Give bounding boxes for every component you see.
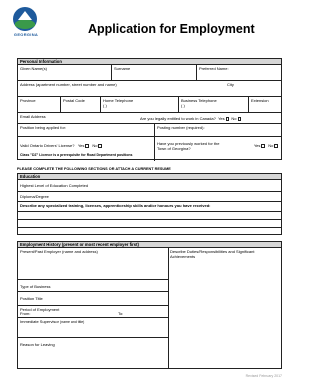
previously-worked-question: Have you previously worked for the Town … [154, 137, 281, 161]
contact-row: Province Postal Code Home Telephone ( ) … [18, 97, 281, 113]
previously-worked-no-label: No [268, 143, 274, 148]
duties-label-line2: Achievements [170, 254, 196, 259]
duties-field[interactable]: Describe Duties/Responsibilities and Sig… [168, 248, 281, 262]
special-training-label: Describe any specialized training, licen… [20, 203, 211, 208]
name-row: Given Name(s) Surname Preferred Name: [18, 65, 281, 81]
reason-for-leaving-row[interactable]: Reason for Leaving [18, 338, 168, 370]
period-label: Period of Employment [20, 307, 60, 312]
employer-label: Present/Past Employer (name and address) [20, 249, 98, 254]
surname-label: Surname [114, 66, 131, 71]
position-title-row[interactable]: Position Title [18, 292, 168, 306]
city-field[interactable]: City [225, 81, 281, 96]
drivers-license-label: Valid Ontario Drivers' License? [20, 143, 75, 148]
previously-worked-no-checkbox[interactable] [274, 144, 278, 148]
supervisor-row[interactable]: Immediate Supervisor (name and title) [18, 318, 168, 338]
position-applied-field[interactable]: Position being applied for: [18, 124, 154, 136]
city-label: City [227, 82, 234, 87]
email-label: Email Address [20, 114, 46, 119]
employment-history-section: Employment History (present or most rece… [17, 241, 282, 369]
highest-level-label: Highest Level of Education Completed [20, 183, 89, 188]
extension-label: Extension [251, 98, 269, 103]
postal-code-label: Postal Code [63, 98, 85, 103]
position-row: Position being applied for: Posting numb… [18, 124, 281, 137]
employer-row[interactable]: Present/Past Employer (name and address) [18, 248, 168, 280]
revision-footer: Revised February 2017 [245, 374, 282, 378]
position-applied-label: Position being applied for: [20, 125, 67, 130]
previously-worked-yes-label: Yes [253, 143, 261, 148]
supervisor-hint: (name and title) [60, 320, 85, 324]
logo-text: GEORGINA [13, 32, 39, 37]
preferred-name-label: Preferred Name: [199, 66, 229, 71]
business-telephone-label: Business Telephone [181, 98, 217, 103]
drivers-license-yes-label: Yes [77, 143, 85, 148]
highest-level-row[interactable]: Highest Level of Education Completed [18, 180, 281, 192]
province-field[interactable]: Province [18, 97, 60, 112]
license-row: Valid Ontario Drivers' License? Yes No C… [18, 137, 281, 161]
postal-code-field[interactable]: Postal Code [60, 97, 100, 112]
preferred-name-field[interactable]: Preferred Name: [196, 65, 281, 80]
legally-entitled-label: Are you legally entitled to work in Cana… [140, 116, 216, 121]
address-row: Address (apartment number, street number… [18, 81, 281, 97]
type-of-business-label: Type of Business [20, 284, 51, 289]
from-label: From: [20, 311, 31, 317]
education-section: Education Highest Level of Education Com… [17, 173, 282, 235]
surname-field[interactable]: Surname [111, 65, 196, 80]
diploma-label: Diploma/Degree [20, 194, 49, 199]
home-telephone-area-code: ( ) [103, 103, 107, 108]
posting-number-label: Posting number (required): [157, 125, 205, 130]
given-names-label: Given Name(s) [20, 66, 47, 71]
address-label: Address (apartment number, street number… [20, 82, 117, 87]
email-row: Email Address Are you legally entitled t… [18, 113, 281, 124]
given-names-field[interactable]: Given Name(s) [18, 65, 111, 80]
drivers-license-no-checkbox[interactable] [98, 144, 103, 148]
personal-information-section: Personal Information Given Name(s) Surna… [17, 58, 282, 161]
legally-entitled-yes-checkbox[interactable] [225, 117, 230, 121]
diploma-row[interactable]: Diploma/Degree [18, 192, 281, 202]
province-label: Province [20, 98, 36, 103]
home-telephone-label: Home Telephone [103, 98, 134, 103]
position-title-label: Position Title [20, 296, 43, 301]
legally-entitled-no-checkbox[interactable] [237, 117, 242, 121]
supervisor-label: Immediate Supervisor [20, 319, 59, 324]
reason-for-leaving-label: Reason for Leaving [20, 342, 55, 347]
drivers-license-question: Valid Ontario Drivers' License? Yes No C… [18, 137, 154, 161]
posting-number-field[interactable]: Posting number (required): [154, 124, 281, 136]
page-title: Application for Employment [88, 22, 255, 36]
legally-entitled-yes-label: Yes [218, 116, 225, 121]
home-telephone-field[interactable]: Home Telephone ( ) [100, 97, 178, 112]
email-field[interactable]: Email Address [18, 113, 138, 123]
business-telephone-field[interactable]: Business Telephone ( ) [178, 97, 248, 112]
to-label: To: [118, 311, 124, 317]
legally-entitled-question: Are you legally entitled to work in Cana… [138, 113, 281, 123]
drivers-license-yes-checkbox[interactable] [85, 144, 89, 148]
drivers-license-no-label: No [92, 143, 98, 148]
class-dz-note: Class "DZ" Licence is a prerequisite for… [20, 153, 133, 157]
resume-instructions: PLEASE COMPLETE THE FOLLOWING SECTIONS O… [17, 167, 171, 171]
legally-entitled-no-label: No [231, 116, 237, 121]
extension-field[interactable]: Extension [248, 97, 281, 112]
type-of-business-row[interactable]: Type of Business [18, 280, 168, 292]
georgina-logo-icon [13, 7, 37, 31]
special-training-row[interactable]: Describe any specialized training, licen… [18, 202, 281, 236]
previously-worked-yes-checkbox[interactable] [261, 144, 265, 148]
business-telephone-area-code: ( ) [181, 103, 185, 108]
address-field[interactable]: Address (apartment number, street number… [18, 81, 225, 96]
period-row[interactable]: Period of Employment From: To: [18, 306, 168, 318]
